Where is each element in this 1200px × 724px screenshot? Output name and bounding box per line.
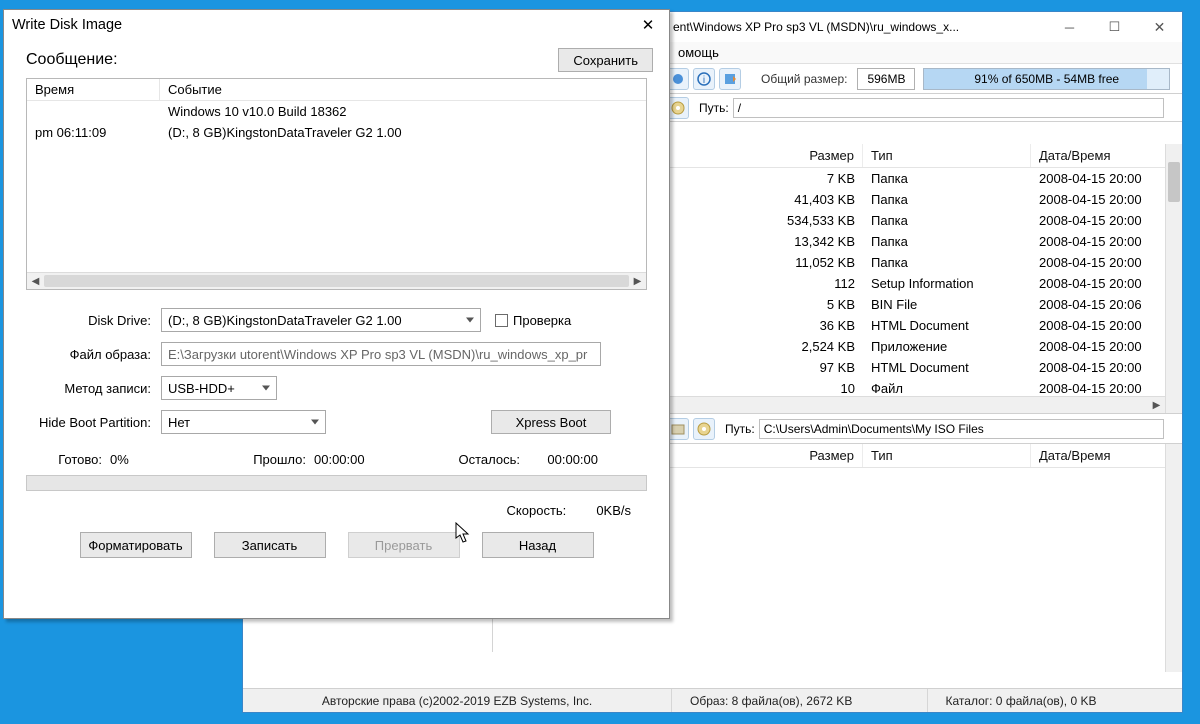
image-file-field[interactable]: E:\Загрузки utorent\Windows XP Pro sp3 V… — [161, 342, 601, 366]
capacity-bar: 91% of 650MB - 54MB free — [923, 68, 1170, 90]
minimize-button[interactable]: ─ — [1047, 12, 1092, 42]
scrollbar-thumb[interactable] — [1168, 162, 1180, 202]
path-field-top[interactable]: / — [733, 98, 1164, 118]
write-button[interactable]: Записать — [214, 532, 326, 558]
scroll-right-arrow[interactable]: ▶ — [629, 273, 646, 290]
elapsed-value: 00:00:00 — [314, 452, 394, 467]
disk-drive-label: Disk Drive: — [26, 313, 161, 328]
log-listview: Время Событие Windows 10 v10.0 Build 183… — [26, 78, 647, 290]
verify-checkbox[interactable]: Проверка — [495, 313, 571, 328]
log-row[interactable]: Windows 10 v10.0 Build 18362 — [27, 101, 646, 122]
status-bar: Авторские права (c)2002-2019 EZB Systems… — [243, 688, 1182, 712]
status-catalog: Каталог: 0 файла(ов), 0 KB — [928, 689, 1182, 712]
column-type[interactable]: Тип — [863, 144, 1031, 167]
vertical-scrollbar[interactable] — [1165, 144, 1182, 413]
path-label: Путь: — [699, 101, 729, 115]
speed-value: 0KB/s — [596, 503, 631, 518]
dialog-close-button[interactable]: ✕ — [627, 10, 669, 40]
elapsed-label: Прошло: — [230, 452, 314, 467]
dialog-title: Write Disk Image — [4, 10, 669, 40]
disk-drive-select[interactable]: (D:, 8 GB)KingstonDataTraveler G2 1.00 — [161, 308, 481, 332]
progress-bar — [26, 475, 647, 491]
column-size-b[interactable]: Размер — [773, 444, 863, 467]
menu-help[interactable]: омощь — [678, 45, 719, 60]
total-size-label: Общий размер: — [755, 72, 853, 86]
log-column-event[interactable]: Событие — [160, 79, 646, 100]
toolbar-icon-1[interactable] — [667, 68, 689, 90]
scroll-right-arrow[interactable]: ▶ — [1148, 397, 1165, 414]
info-icon[interactable]: i — [693, 68, 715, 90]
ready-label: Готово: — [26, 452, 110, 467]
scroll-left-arrow[interactable]: ◀ — [27, 273, 44, 290]
maximize-button[interactable]: ☐ — [1092, 12, 1137, 42]
image-file-label: Файл образа: — [26, 347, 161, 362]
toolbar-icon-mid-1[interactable] — [667, 418, 689, 440]
format-button[interactable]: Форматировать — [80, 532, 192, 558]
write-disk-image-dialog: Write Disk Image ✕ Сообщение: Сохранить … — [3, 9, 670, 619]
column-date[interactable]: Дата/Время — [1031, 144, 1161, 167]
status-image: Образ: 8 файла(ов), 2672 KB — [672, 689, 927, 712]
remain-value: 00:00:00 — [528, 452, 598, 467]
write-method-select[interactable]: USB-HDD+ — [161, 376, 277, 400]
total-size-value: 596MB — [857, 68, 915, 90]
path-field-bottom[interactable]: C:\Users\Admin\Documents\My ISO Files — [759, 419, 1164, 439]
status-copyright: Авторские права (c)2002-2019 EZB Systems… — [243, 689, 672, 712]
abort-button: Прервать — [348, 532, 460, 558]
checkbox-icon — [495, 314, 508, 327]
back-button[interactable]: Назад — [482, 532, 594, 558]
column-size[interactable]: Размер — [773, 144, 863, 167]
svg-text:i: i — [703, 75, 705, 86]
log-horizontal-scrollbar[interactable]: ◀ ▶ — [27, 272, 646, 289]
hide-boot-select[interactable]: Нет — [161, 410, 326, 434]
window-controls: ─ ☐ ✕ — [1047, 12, 1182, 42]
column-type-b[interactable]: Тип — [863, 444, 1031, 467]
scrollbar-track[interactable] — [44, 275, 629, 287]
ready-value: 0% — [110, 452, 190, 467]
write-method-label: Метод записи: — [26, 381, 161, 396]
message-label: Сообщение: — [26, 51, 118, 69]
disc-icon[interactable] — [667, 97, 689, 119]
remain-label: Осталось: — [444, 452, 528, 467]
xpress-boot-button[interactable]: Xpress Boot — [491, 410, 611, 434]
save-button[interactable]: Сохранить — [558, 48, 653, 72]
log-column-time[interactable]: Время — [27, 79, 160, 100]
toolbar-icon-3[interactable] — [719, 68, 741, 90]
hide-boot-label: Hide Boot Partition: — [26, 415, 161, 430]
disc-icon-mid[interactable] — [693, 418, 715, 440]
verify-label: Проверка — [513, 313, 571, 328]
column-date-b[interactable]: Дата/Время — [1031, 444, 1161, 467]
close-button[interactable]: ✕ — [1137, 12, 1182, 42]
speed-label: Скорость: — [507, 503, 567, 518]
vertical-scrollbar-b[interactable] — [1165, 444, 1182, 672]
path-label-2: Путь: — [725, 422, 755, 436]
log-row[interactable]: pm 06:11:09(D:, 8 GB)KingstonDataTravele… — [27, 122, 646, 143]
